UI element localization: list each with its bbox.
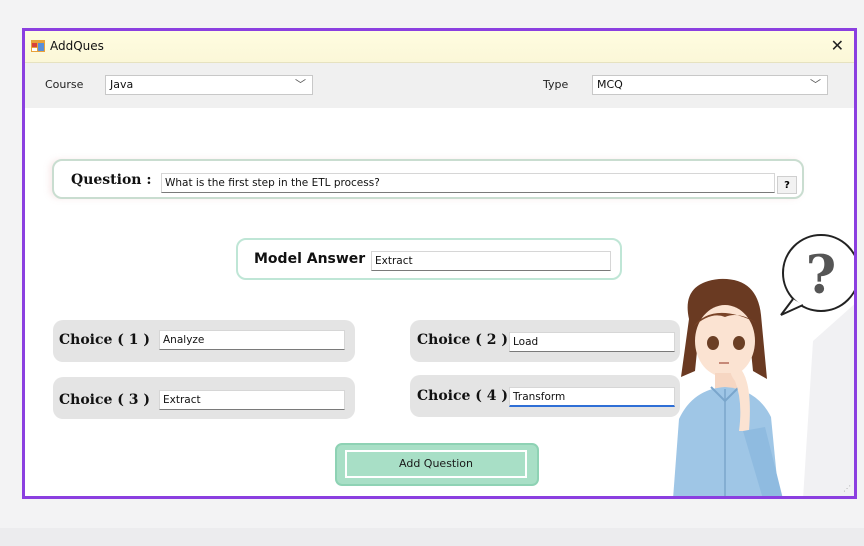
- choice-4-input[interactable]: Transform: [509, 387, 675, 407]
- app-form-icon: [31, 40, 45, 52]
- thinking-girl-illustration: ?: [673, 234, 854, 496]
- course-dropdown[interactable]: Java ﹀: [105, 75, 313, 95]
- question-bubble-icon: ?: [780, 234, 854, 316]
- question-label: Question :: [71, 172, 152, 188]
- course-value: Java: [110, 78, 134, 91]
- course-label: Course: [45, 78, 84, 91]
- chevron-down-icon: ﹀: [810, 78, 821, 91]
- taskbar-band: [0, 528, 864, 546]
- choice-1-label: Choice ( 1 ): [59, 332, 151, 348]
- model-answer-input[interactable]: Extract: [371, 251, 611, 271]
- window-title: AddQues: [50, 39, 104, 53]
- add-question-button[interactable]: Add Question: [345, 450, 527, 478]
- question-help-button[interactable]: ?: [777, 176, 797, 194]
- close-icon[interactable]: ✕: [831, 36, 844, 55]
- resize-grip-icon[interactable]: ⋰: [843, 484, 851, 493]
- question-input[interactable]: What is the first step in the ETL proces…: [161, 173, 775, 193]
- title-bar: AddQues ✕: [25, 31, 854, 63]
- addques-window: AddQues ✕ Course Java ﹀ Type MCQ ﹀ Quest…: [22, 28, 857, 499]
- svg-text:?: ?: [806, 245, 836, 306]
- type-label: Type: [543, 78, 569, 91]
- choice-1-input[interactable]: Analyze: [159, 330, 345, 350]
- choice-2-input[interactable]: Load: [509, 332, 675, 352]
- choice-4-label: Choice ( 4 ): [417, 388, 509, 404]
- choice-3-input[interactable]: Extract: [159, 390, 345, 410]
- choice-3-label: Choice ( 3 ): [59, 392, 151, 408]
- chevron-down-icon: ﹀: [295, 78, 306, 91]
- type-dropdown[interactable]: MCQ ﹀: [592, 75, 828, 95]
- model-answer-label: Model Answer: [254, 251, 366, 267]
- filter-bar: Course Java ﹀ Type MCQ ﹀: [25, 63, 854, 108]
- type-value: MCQ: [597, 78, 623, 91]
- choice-2-label: Choice ( 2 ): [417, 332, 509, 348]
